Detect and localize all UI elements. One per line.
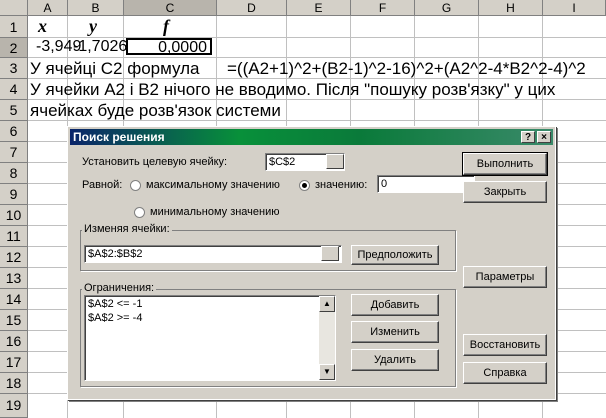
- row-header-14[interactable]: 14: [0, 289, 28, 310]
- dialog-title: Поиск решения: [73, 130, 165, 144]
- row-header-10[interactable]: 10: [0, 205, 28, 226]
- row-header-3[interactable]: 3: [0, 58, 28, 79]
- cell-a3[interactable]: У ячейці С2 формула: [30, 59, 200, 79]
- delete-button[interactable]: Удалить: [351, 349, 439, 371]
- change-button[interactable]: Изменить: [351, 321, 439, 343]
- target-cell-label: Установить целевую ячейку:: [82, 156, 228, 168]
- radio-value-label[interactable]: значению:: [315, 179, 367, 191]
- row-header-15[interactable]: 15: [0, 310, 28, 331]
- row-header-2[interactable]: 2: [0, 38, 28, 58]
- dialog-titlebar[interactable]: Поиск решения ? ×: [70, 129, 553, 145]
- radio-min[interactable]: [134, 207, 145, 218]
- close-icon[interactable]: ×: [537, 131, 551, 143]
- row-header-1[interactable]: 1: [0, 16, 28, 38]
- row-header-12[interactable]: 12: [0, 247, 28, 268]
- cell-a4[interactable]: У ячейки А2 і В2 нічого не вводимо. Післ…: [30, 80, 555, 100]
- column-header-c[interactable]: C: [124, 0, 217, 16]
- radio-value[interactable]: [299, 180, 310, 191]
- cell-c1[interactable]: f: [163, 16, 169, 37]
- options-button[interactable]: Параметры: [463, 266, 547, 288]
- column-header-d[interactable]: D: [217, 0, 287, 16]
- help-button[interactable]: Справка: [463, 362, 547, 384]
- add-button[interactable]: Добавить: [351, 294, 439, 316]
- row-header-19[interactable]: 19: [0, 394, 28, 418]
- cell-d3[interactable]: =((A2+1)^2+(B2-1)^2-16)^2+(A2^2-4*B2^2-4…: [227, 59, 586, 79]
- constraints-scrollbar[interactable]: ▲ ▼: [319, 296, 335, 380]
- cell-a1[interactable]: x: [38, 16, 47, 37]
- radio-max-label[interactable]: максимальному значению: [146, 179, 280, 191]
- equal-to-label: Равной:: [82, 179, 123, 191]
- constraint-item[interactable]: $A$2 <= -1: [88, 298, 142, 310]
- collapse-dialog-icon[interactable]: [326, 154, 344, 169]
- close-button[interactable]: Закрыть: [463, 181, 547, 203]
- column-header-g[interactable]: G: [415, 0, 479, 16]
- changing-cells-input[interactable]: $A$2:$B$2: [84, 245, 342, 263]
- row-header-4[interactable]: 4: [0, 79, 28, 100]
- changing-cells-label: Изменяя ячейки:: [82, 223, 172, 235]
- column-header-h[interactable]: H: [479, 0, 543, 16]
- collapse-dialog-icon-2[interactable]: [321, 246, 339, 261]
- column-header-a[interactable]: A: [28, 0, 68, 16]
- constraint-item[interactable]: $A$2 >= -4: [88, 312, 142, 324]
- scroll-down-icon[interactable]: ▼: [319, 364, 335, 380]
- help-icon[interactable]: ?: [521, 131, 535, 143]
- constraints-list[interactable]: $A$2 <= -1 $A$2 >= -4 ▲ ▼: [84, 295, 336, 381]
- scroll-up-icon[interactable]: ▲: [319, 296, 335, 312]
- cell-c2[interactable]: 0,0000: [126, 38, 212, 56]
- row-header-9[interactable]: 9: [0, 184, 28, 205]
- row-header-17[interactable]: 17: [0, 352, 28, 373]
- column-header-i[interactable]: I: [543, 0, 606, 16]
- guess-button[interactable]: Предположить: [351, 245, 439, 265]
- row-header-16[interactable]: 16: [0, 331, 28, 352]
- reset-button[interactable]: Восстановить: [463, 334, 547, 356]
- row-header-13[interactable]: 13: [0, 268, 28, 289]
- row-header-18[interactable]: 18: [0, 373, 28, 394]
- constraints-label: Ограничения:: [82, 282, 157, 294]
- column-header-e[interactable]: E: [287, 0, 351, 16]
- solver-dialog: Поиск решения ? × Установить целевую яче…: [67, 126, 556, 400]
- radio-min-label[interactable]: минимальному значению: [150, 206, 280, 218]
- row-header-5[interactable]: 5: [0, 100, 28, 121]
- cell-b1[interactable]: y: [89, 16, 97, 37]
- select-all-corner[interactable]: [0, 0, 28, 16]
- row-header-6[interactable]: 6: [0, 121, 28, 142]
- column-header-f[interactable]: F: [351, 0, 415, 16]
- radio-max[interactable]: [130, 180, 141, 191]
- cell-b2[interactable]: -1,7026: [73, 38, 127, 56]
- value-input[interactable]: 0: [377, 175, 475, 193]
- row-header-11[interactable]: 11: [0, 226, 28, 247]
- solve-button[interactable]: Выполнить: [462, 152, 548, 176]
- row-header-7[interactable]: 7: [0, 142, 28, 163]
- row-header-8[interactable]: 8: [0, 163, 28, 184]
- column-header-b[interactable]: B: [68, 0, 124, 16]
- cell-a5[interactable]: ячейках буде розв'язок системи: [30, 101, 281, 121]
